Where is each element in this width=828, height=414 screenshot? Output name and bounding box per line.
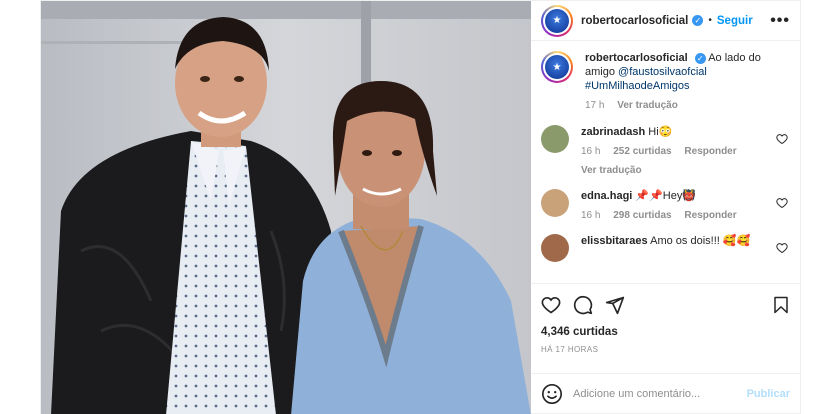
comment-body: elissbitaraes Amo os dois!!! 🥰🥰 — [581, 234, 790, 262]
comment-translate-button[interactable]: Ver tradução — [581, 165, 642, 176]
action-icons-row — [541, 292, 790, 318]
caption-mention-link[interactable]: @faustosilvaofcial — [618, 66, 707, 78]
comments-list[interactable]: ★ robertocarlosoficial ✓ Ao lado do amig… — [531, 41, 800, 283]
reply-button[interactable]: Responder — [684, 210, 736, 221]
comment-body: zabrinadash Hi😳 16 h 252 curtidas Respon… — [581, 125, 790, 178]
star-logo-icon: ★ — [545, 8, 569, 33]
comment-time[interactable]: 16 h — [581, 210, 600, 221]
post-side-panel: ★ robertocarlosoficial ✓ • Seguir ••• ★ … — [531, 1, 800, 413]
comment-likes[interactable]: 252 curtidas — [613, 146, 671, 157]
header-username[interactable]: robertocarlosoficial — [581, 15, 688, 27]
comment-avatar[interactable] — [541, 125, 569, 153]
post-actions: 4,346 curtidas HÁ 17 HORAS — [531, 283, 800, 373]
follow-button[interactable]: Seguir — [717, 15, 753, 27]
share-paper-plane-icon[interactable] — [605, 295, 625, 315]
caption-time[interactable]: 17 h — [585, 100, 604, 111]
like-comment-heart-icon[interactable] — [776, 197, 788, 209]
star-logo-icon: ★ — [545, 55, 569, 79]
comment-item: edna.hagi 📌📌Hey👹 16 h 298 curtidas Respo… — [541, 189, 790, 223]
post-header: ★ robertocarlosoficial ✓ • Seguir ••• — [531, 1, 800, 41]
caption-text-block: robertocarlosoficial ✓ Ao lado do amigo … — [585, 51, 790, 113]
comment-likes[interactable]: 298 curtidas — [613, 210, 671, 221]
caption-translate-button[interactable]: Ver tradução — [617, 100, 678, 111]
comment-username[interactable]: zabrinadash — [581, 126, 645, 138]
save-bookmark-icon[interactable] — [772, 295, 790, 315]
comment-body: edna.hagi 📌📌Hey👹 16 h 298 curtidas Respo… — [581, 189, 790, 223]
comment-text: Amo os dois!!! 🥰🥰 — [650, 235, 751, 247]
header-separator: • — [708, 15, 712, 26]
comment-username[interactable]: elissbitaraes — [581, 235, 648, 247]
verified-badge-icon: ✓ — [692, 15, 704, 26]
like-comment-heart-icon[interactable] — [776, 133, 788, 145]
likes-count[interactable]: 4,346 curtidas — [541, 326, 790, 338]
comment-meta: 16 h 252 curtidas Responder — [581, 145, 790, 159]
comment-text: Hi😳 — [648, 126, 673, 138]
post-photo[interactable] — [41, 1, 531, 414]
like-comment-heart-icon[interactable] — [776, 242, 788, 254]
comment-item: zabrinadash Hi😳 16 h 252 curtidas Respon… — [541, 125, 790, 178]
comment-bubble-icon[interactable] — [573, 295, 593, 315]
verified-badge-icon: ✓ — [694, 52, 706, 64]
post-timestamp[interactable]: HÁ 17 HORAS — [541, 345, 790, 354]
reply-button[interactable]: Responder — [684, 146, 736, 157]
comment-avatar[interactable] — [541, 189, 569, 217]
comment-input[interactable] — [573, 387, 747, 400]
like-heart-icon[interactable] — [541, 295, 561, 315]
caption-username[interactable]: robertocarlosoficial — [585, 52, 688, 64]
emoji-smiley-icon[interactable] — [541, 383, 563, 405]
comment-item: elissbitaraes Amo os dois!!! 🥰🥰 — [541, 234, 790, 262]
caption-meta: 17 h Ver tradução — [585, 99, 790, 113]
caption-hashtag-link[interactable]: #UmMilhaodeAmigos — [585, 80, 690, 92]
post-caption: ★ robertocarlosoficial ✓ Ao lado do amig… — [541, 51, 790, 113]
comment-translate-row: Ver tradução — [581, 164, 790, 178]
profile-avatar[interactable]: ★ — [541, 4, 573, 37]
comment-time[interactable]: 16 h — [581, 146, 600, 157]
comment-meta: 16 h 298 curtidas Responder — [581, 209, 790, 223]
post-photo-image — [41, 1, 531, 414]
more-options-icon[interactable]: ••• — [770, 12, 790, 30]
comment-username[interactable]: edna.hagi — [581, 190, 632, 202]
add-comment-bar: Publicar — [531, 373, 800, 413]
instagram-post: ★ robertocarlosoficial ✓ • Seguir ••• ★ … — [40, 0, 801, 414]
publish-button[interactable]: Publicar — [747, 388, 790, 400]
caption-avatar[interactable]: ★ — [541, 51, 573, 83]
comment-avatar[interactable] — [541, 234, 569, 262]
comment-text: 📌📌Hey👹 — [635, 190, 697, 202]
